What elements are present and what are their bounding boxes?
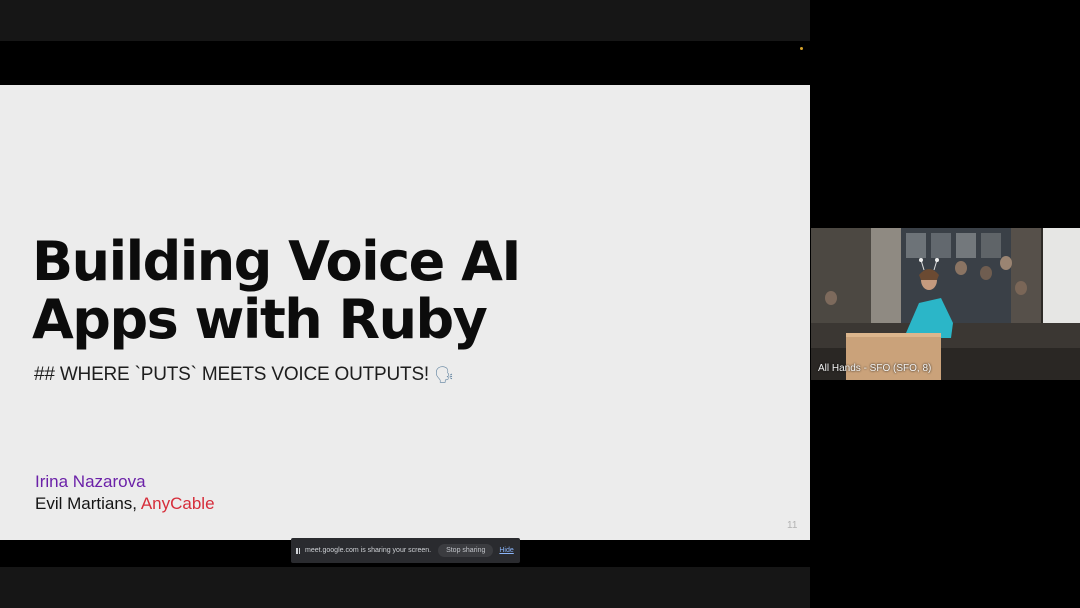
anycable-label: AnyCable: [140, 494, 215, 513]
slide-title-line-2: Apps with Ruby: [32, 288, 488, 351]
slide-title: Building Voice AI Apps with Ruby: [32, 233, 732, 349]
author-affiliation: Evil Martians, AnyCable: [35, 494, 215, 514]
top-letterbox: [0, 0, 810, 41]
presentation-slide: Building Voice AI Apps with Ruby ## WHER…: [0, 85, 810, 540]
participant-video-frame: [811, 228, 1080, 380]
speaking-head-icon: 🗣: [434, 367, 455, 384]
slide-subtitle: ## WHERE `PUTS` MEETS VOICE OUTPUTS! 🗣: [34, 364, 454, 386]
stop-sharing-button[interactable]: Stop sharing: [438, 544, 494, 557]
share-status-text: meet.google.com is sharing your screen.: [305, 547, 432, 554]
screen-share-bar: meet.google.com is sharing your screen. …: [291, 538, 520, 563]
author-name: Irina Nazarova: [35, 472, 146, 491]
pause-icon: [296, 547, 302, 554]
participant-name-label: All Hands - SFO (SFO, 8): [818, 363, 932, 374]
bottom-letterbox: [0, 567, 810, 608]
slide-page-number: 11: [787, 520, 798, 531]
slide-subtitle-text: ## WHERE `PUTS` MEETS VOICE OUTPUTS!: [34, 364, 430, 385]
slide-title-line-1: Building Voice AI: [32, 230, 521, 293]
participant-video-tile[interactable]: All Hands - SFO (SFO, 8): [811, 228, 1080, 380]
affiliation-prefix: Evil Martians,: [35, 494, 141, 513]
hide-button[interactable]: Hide: [499, 547, 513, 554]
status-dot: [800, 47, 803, 50]
